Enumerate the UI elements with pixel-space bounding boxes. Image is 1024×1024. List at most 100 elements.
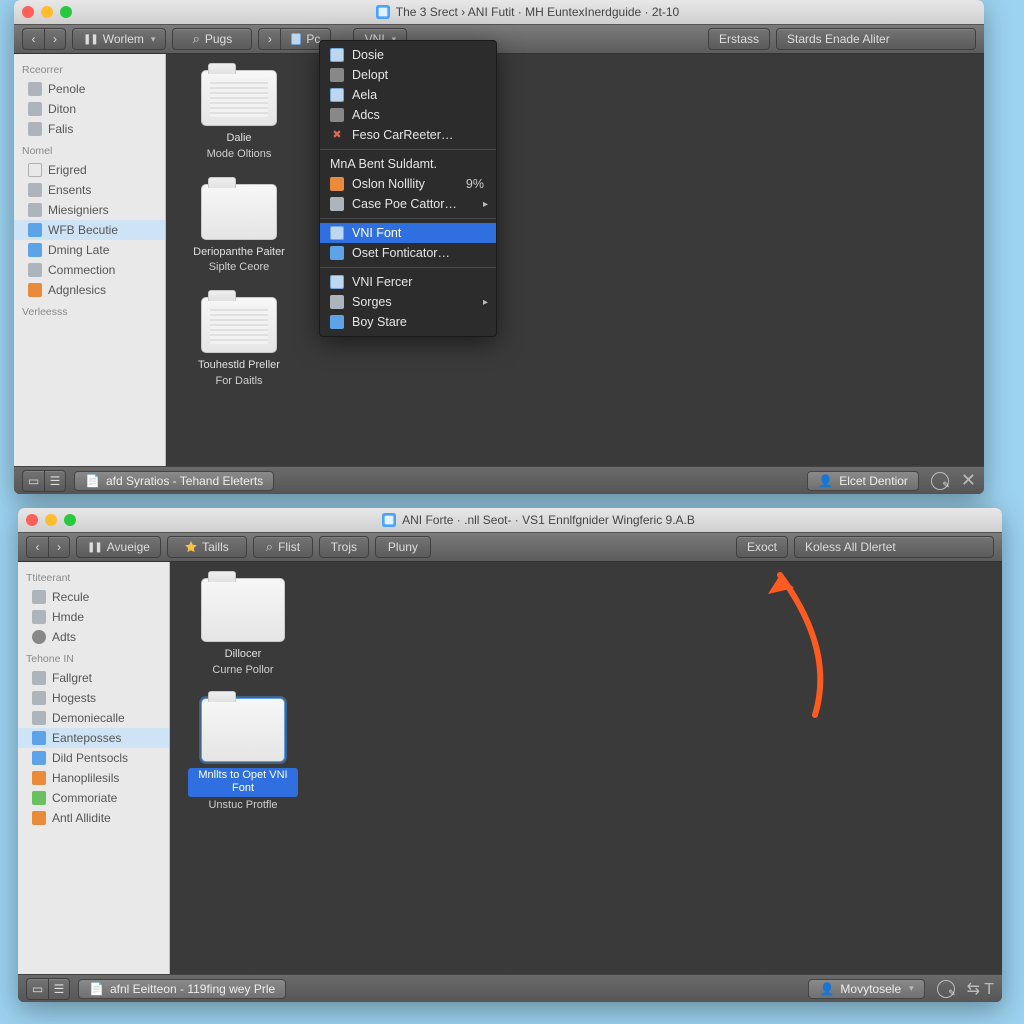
sidebar-heading: Nomel: [14, 139, 165, 160]
sidebar-item[interactable]: Ensents: [14, 180, 165, 200]
sidebar-item[interactable]: Adgnlesics: [14, 280, 165, 300]
status-icon-2[interactable]: ⇆ T: [967, 979, 994, 999]
menu-item[interactable]: Delopt: [320, 65, 496, 85]
sidebar-item-label: Eanteposses: [52, 731, 121, 745]
sidebar-item[interactable]: Fallgret: [18, 668, 169, 688]
menu-separator: [320, 218, 496, 219]
forward-button[interactable]: ›: [44, 28, 66, 50]
status-icon-1[interactable]: ✎: [937, 980, 955, 998]
window-close-button[interactable]: [26, 514, 38, 526]
window-minimize-button[interactable]: [45, 514, 57, 526]
sidebar-item[interactable]: Commection: [14, 260, 165, 280]
flist-button[interactable]: Flist: [253, 536, 313, 558]
window-title: ANI Forte · .nll Seot‑ · VS1 Ennlfgnider…: [83, 513, 994, 527]
sidebar-item[interactable]: Falis: [14, 119, 165, 139]
sidebar-item[interactable]: Eanteposses: [18, 728, 169, 748]
user-pill[interactable]: 👤Movytosele▾: [808, 979, 924, 999]
sidebar-item-icon: [32, 791, 46, 805]
sidebar-item[interactable]: Recule: [18, 587, 169, 607]
content-area[interactable]: DillocerCurne Pollor Mnllts to Opet VNI F…: [170, 562, 1002, 974]
sidebar-item[interactable]: Diton: [14, 99, 165, 119]
sidebar-item[interactable]: Penole: [14, 79, 165, 99]
titlebar[interactable]: ANI Forte · .nll Seot‑ · VS1 Ennlfgnider…: [18, 508, 1002, 532]
folder-item[interactable]: DillocerCurne Pollor: [188, 578, 298, 678]
sidebar-item[interactable]: WFB Becutie: [14, 220, 165, 240]
sidebar-item-label: Antl Allidite: [52, 811, 111, 825]
menu-item-icon: [330, 48, 344, 62]
user-icon: 👤: [818, 474, 833, 488]
window-minimize-button[interactable]: [41, 6, 53, 18]
path-pill[interactable]: 📄afnl Eeitteon - 119fing wey Prle: [78, 979, 286, 999]
taills-button[interactable]: Taills: [167, 536, 247, 558]
user-pill[interactable]: 👤Elcet Dentior: [807, 471, 919, 491]
sidebar-item[interactable]: Dild Pentsocls: [18, 748, 169, 768]
koless-button[interactable]: Koless All Dlertet: [794, 536, 994, 558]
forward-button[interactable]: ›: [48, 536, 70, 558]
content-area[interactable]: DalieMode Oltions Deriopanthe PaiterSiplt…: [166, 54, 984, 466]
sidebar-item-icon: [32, 731, 46, 745]
search-pugs-button[interactable]: Pugs: [172, 28, 252, 50]
menu-item[interactable]: ✖Feso CarReeter…: [320, 125, 496, 145]
status-icon-2[interactable]: ✕: [961, 470, 976, 491]
window-close-button[interactable]: [22, 6, 34, 18]
sidebar-item[interactable]: Commoriate: [18, 788, 169, 808]
status-icon-1[interactable]: ✎: [931, 472, 949, 490]
pause-icon: ❚❚: [83, 34, 98, 45]
erstass-button[interactable]: Erstass: [708, 28, 770, 50]
path-pill[interactable]: 📄afd Syratios - Tehand Eleterts: [74, 471, 274, 491]
view-toggle-1[interactable]: ▭: [26, 978, 48, 1000]
avueige-button[interactable]: ❚❚Avueige: [76, 536, 161, 558]
window-zoom-button[interactable]: [60, 6, 72, 18]
sidebar-item-label: Penole: [48, 82, 85, 96]
sidebar-item[interactable]: Hanoplilesils: [18, 768, 169, 788]
caret-button[interactable]: ›: [258, 28, 280, 50]
sidebar-item[interactable]: Miesigniers: [14, 200, 165, 220]
nav-back-forward: ‹ ›: [22, 28, 66, 50]
menu-item[interactable]: Adcs: [320, 105, 496, 125]
titlebar[interactable]: The 3 Srect › ANI Futit · MH EuntexInerd…: [14, 0, 984, 24]
menu-item-percent: 9%: [466, 177, 484, 191]
back-button[interactable]: ‹: [26, 536, 48, 558]
menu-item[interactable]: Oset Fonticator…: [320, 243, 496, 263]
sidebar-item-icon: [28, 203, 42, 217]
folder-item[interactable]: Deriopanthe PaiterSiplte Ceore: [184, 184, 294, 276]
sidebar-item[interactable]: Hogests: [18, 688, 169, 708]
menu-item[interactable]: VNI Fercer: [320, 272, 496, 292]
window-body: Ttiteerant ReculeHmdeAdts Tehone IN Fall…: [18, 562, 1002, 974]
starde-button[interactable]: Stards Enade Aliter: [776, 28, 976, 50]
sidebar-item[interactable]: Hmde: [18, 607, 169, 627]
menu-item[interactable]: Dosie: [320, 45, 496, 65]
sidebar-item[interactable]: Dming Late: [14, 240, 165, 260]
trots-button[interactable]: Trojs: [319, 536, 369, 558]
sidebar-item-label: Commection: [48, 263, 115, 277]
sidebar-item[interactable]: Erigred: [14, 160, 165, 180]
worlem-button[interactable]: ❚❚Worlem▾: [72, 28, 166, 50]
menu-item[interactable]: VNI Font: [320, 223, 496, 243]
sidebar-item[interactable]: Demoniecalle: [18, 708, 169, 728]
sidebar-item-label: Falis: [48, 122, 73, 136]
view-toggle-2[interactable]: ☰: [44, 470, 66, 492]
menu-item[interactable]: Sorges▸: [320, 292, 496, 312]
sidebar-item[interactable]: Antl Allidite: [18, 808, 169, 828]
menu-item[interactable]: Oslon Nolllity9%: [320, 174, 496, 194]
user-icon: 👤: [819, 982, 834, 996]
window-zoom-button[interactable]: [64, 514, 76, 526]
folder-item[interactable]: DalieMode Oltions: [184, 70, 294, 162]
view-toggle-2[interactable]: ☰: [48, 978, 70, 1000]
menu-item[interactable]: MnA Bent Suldamt.: [320, 154, 496, 174]
sidebar-item-label: Adgnlesics: [48, 283, 106, 297]
sidebar-item[interactable]: Adts: [18, 627, 169, 647]
menu-item[interactable]: Aela: [320, 85, 496, 105]
back-button[interactable]: ‹: [22, 28, 44, 50]
sidebar-item-icon: [28, 283, 42, 297]
folder-item[interactable]: Mnllts to Opet VNI FontUnstuc Protfle: [188, 698, 298, 813]
sidebar-item-label: Hanoplilesils: [52, 771, 119, 785]
folder-item[interactable]: Touhestld PrellerFor Daitls: [184, 297, 294, 389]
view-toggle-1[interactable]: ▭: [22, 470, 44, 492]
menu-item[interactable]: Case Poe Cattor…▸: [320, 194, 496, 214]
menu-item[interactable]: Boy Stare: [320, 312, 496, 332]
pluny-button[interactable]: Pluny: [375, 536, 431, 558]
folder-label: Deriopanthe PaiterSiplte Ceore: [193, 246, 285, 276]
exoct-button[interactable]: Exoct: [736, 536, 788, 558]
sidebar-item-label: Recule: [52, 590, 89, 604]
